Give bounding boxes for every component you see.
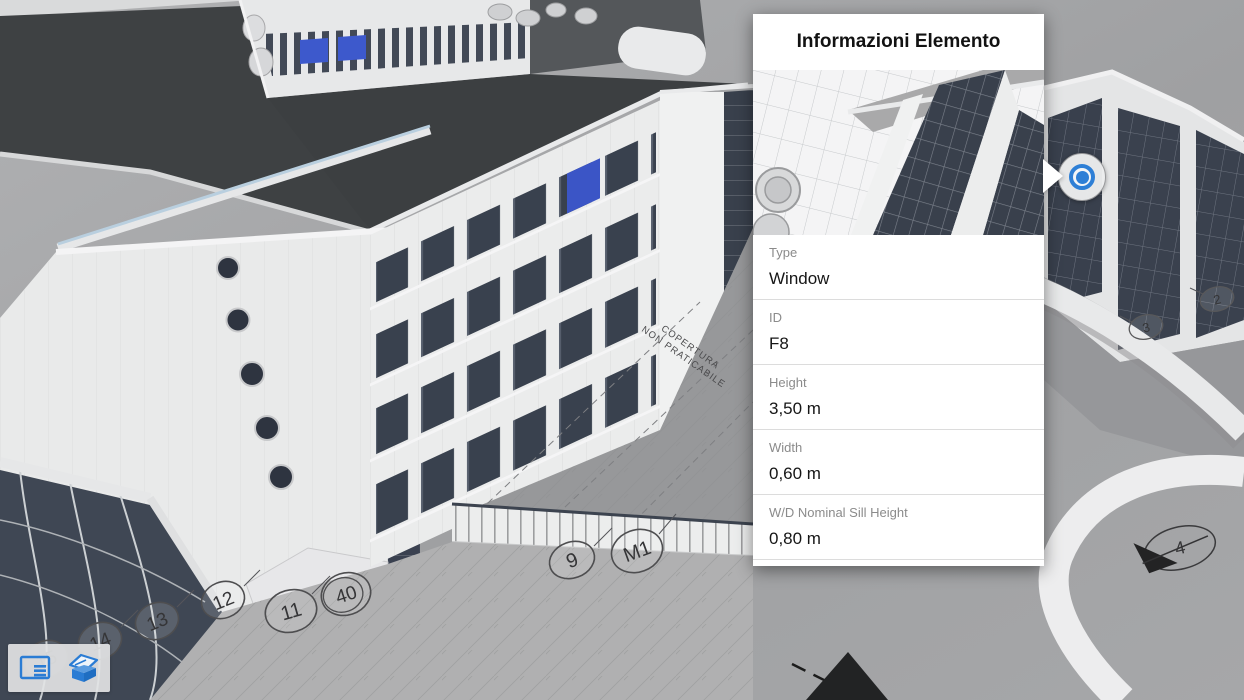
marker-dot	[1076, 171, 1089, 184]
callout-arrow	[1043, 159, 1063, 193]
field-value: F8	[769, 333, 1028, 355]
field-row-id: ID F8	[753, 300, 1044, 365]
panel-title: Informazioni Elemento	[753, 14, 1044, 70]
field-label: Height	[769, 374, 1028, 391]
bottom-toolbar	[8, 644, 110, 692]
element-thumbnail	[753, 70, 1044, 235]
field-row-height: Height 3,50 m	[753, 365, 1044, 430]
panel-fields: Type Window ID F8 Height 3,50 m Width 0,…	[753, 235, 1044, 560]
field-label: ID	[769, 309, 1028, 326]
model-viewport[interactable]: COPERTURA NON PRATICABILE	[0, 0, 1244, 700]
field-value: 0,60 m	[769, 463, 1028, 485]
field-row-sill-height: W/D Nominal Sill Height 0,80 m	[753, 495, 1044, 560]
field-value: 0,80 m	[769, 528, 1028, 550]
field-row-width: Width 0,60 m	[753, 430, 1044, 495]
field-value: Window	[769, 268, 1028, 290]
layout-panel-icon	[19, 655, 51, 681]
selected-element-marker[interactable]	[1058, 153, 1106, 201]
element-info-panel: Informazioni Elemento	[753, 14, 1044, 566]
bim-viewer: COPERTURA NON PRATICABILE	[0, 0, 1244, 700]
field-label: W/D Nominal Sill Height	[769, 504, 1028, 521]
open-box-icon	[66, 652, 100, 684]
open-box-button[interactable]	[62, 648, 104, 688]
layout-panel-button[interactable]	[14, 648, 56, 688]
marker-ring	[1069, 164, 1095, 190]
field-row-type: Type Window	[753, 235, 1044, 300]
field-label: Type	[769, 244, 1028, 261]
field-label: Width	[769, 439, 1028, 456]
field-value: 3,50 m	[769, 398, 1028, 420]
